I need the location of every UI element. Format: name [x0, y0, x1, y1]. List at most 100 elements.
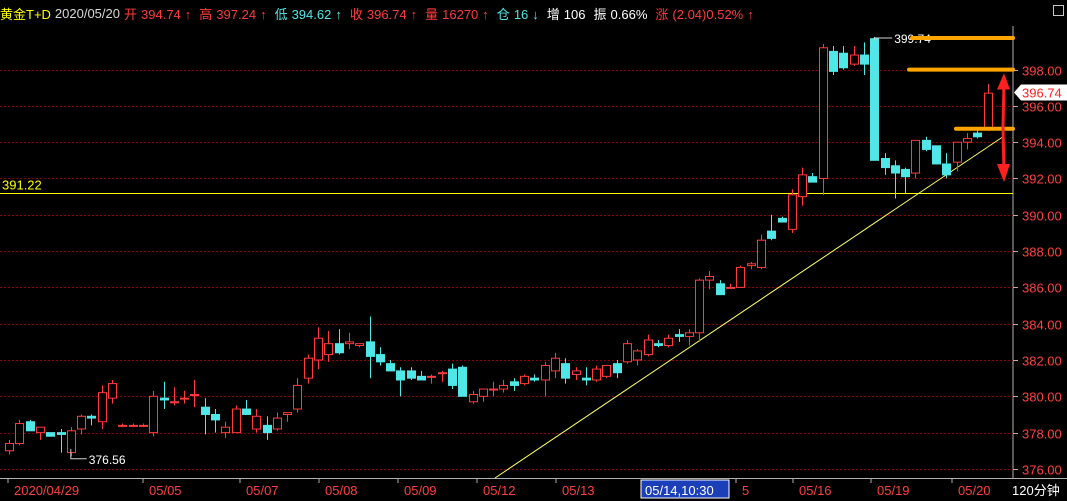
candle-body — [77, 415, 86, 430]
candle-body — [747, 263, 756, 267]
candle-body — [551, 357, 560, 372]
candle-body — [819, 47, 828, 179]
candle-body — [613, 363, 622, 374]
open-value: 394.74 — [141, 6, 181, 22]
oi-down-arrow: ↓ — [532, 6, 539, 22]
x-tick-label: 05/19 — [877, 483, 910, 498]
candle-body — [654, 343, 663, 346]
candle-body — [870, 38, 879, 161]
candle-body — [829, 50, 838, 72]
candle-body — [572, 370, 581, 376]
high-up-arrow: ↑ — [260, 6, 267, 22]
candle-body — [520, 375, 529, 385]
candle-body — [417, 375, 426, 381]
inc-label: 增 — [546, 6, 560, 22]
change-up-arrow: ↑ — [747, 6, 754, 22]
low-marker-label: 376.56 — [89, 453, 126, 467]
candle-body — [211, 413, 220, 421]
candle-body — [736, 266, 745, 288]
arrow-up-head — [997, 73, 1010, 90]
candle-body — [901, 168, 910, 178]
change-label: 涨 — [655, 6, 669, 22]
x-tick-label: 05/08 — [325, 483, 358, 498]
candle-body — [839, 52, 848, 69]
candle-body — [561, 363, 570, 379]
y-tick-label: 392.00 — [1022, 172, 1062, 187]
candle-body — [283, 412, 292, 415]
candle-body — [335, 343, 344, 354]
candle-body — [46, 432, 55, 437]
volume-up-arrow: ↑ — [482, 6, 489, 22]
candle-body — [324, 343, 333, 356]
y-tick-label: 388.00 — [1022, 245, 1062, 260]
candle-body — [160, 397, 169, 401]
reference-hline-label: 391.22 — [2, 178, 42, 193]
x-tick-label: 05/05 — [149, 483, 182, 498]
candle-body — [36, 426, 45, 434]
candle-body — [98, 392, 107, 423]
candle-body — [808, 176, 817, 183]
y-tick-label: 382.00 — [1022, 354, 1062, 369]
candle-body — [263, 424, 272, 434]
candle-body — [396, 370, 405, 381]
candle-body — [860, 54, 869, 65]
candle-body — [252, 415, 261, 430]
window-toggle-icon[interactable] — [1053, 5, 1064, 16]
x-tick-label: 05/13 — [562, 483, 595, 498]
candle-body — [15, 423, 24, 445]
candle-body — [716, 283, 725, 296]
candle-body — [922, 139, 931, 150]
candle-body — [293, 384, 302, 410]
y-tick-label: 398.00 — [1022, 64, 1062, 79]
open-label: 开 — [124, 6, 138, 22]
instrument-name: 黄金T+D — [0, 6, 51, 22]
candle-body — [932, 145, 941, 165]
low-up-arrow: ↑ — [335, 6, 342, 22]
quote-header: 黄金T+D 2020/05/20 开 394.74 ↑ 高 397.24 ↑ 低 394.… — [0, 0, 1067, 26]
y-tick-label: 390.00 — [1022, 209, 1062, 224]
close-value: 396.74 — [366, 6, 407, 22]
candle-body — [273, 417, 282, 430]
candle-body — [376, 354, 385, 363]
candle-body — [984, 92, 993, 130]
candle-body — [644, 339, 653, 356]
amp-value: 0.66% — [610, 6, 648, 22]
x-tick-label: 05/12 — [483, 483, 516, 498]
low-label: 低 — [274, 6, 288, 22]
candle-body — [469, 393, 478, 403]
candle-body — [510, 381, 519, 386]
high-value: 397.24 — [216, 6, 257, 22]
open-up-arrow: ↑ — [184, 6, 192, 22]
candle-body — [242, 408, 251, 415]
y-tick-label: 396.00 — [1022, 100, 1062, 115]
candle-body — [355, 343, 364, 346]
x-tick-label: 5 — [742, 483, 749, 498]
close-up-arrow: ↑ — [410, 6, 418, 22]
candle-body — [778, 217, 787, 223]
candle-body — [190, 393, 199, 396]
candle-body — [582, 377, 591, 381]
candle-body — [881, 158, 890, 169]
candle-body — [499, 384, 508, 390]
candle-body — [448, 368, 457, 386]
x-tick-label: 05/14,10:30 — [645, 483, 714, 498]
candle-body — [304, 357, 313, 379]
y-tick-label: 378.00 — [1022, 427, 1062, 442]
period-label: 120分钟 — [1012, 483, 1060, 498]
candle-body — [180, 397, 189, 400]
candle-body — [438, 372, 447, 375]
y-tick-label: 384.00 — [1022, 318, 1062, 333]
x-tick-label: 2020/04/29 — [14, 483, 79, 498]
candle-body — [149, 395, 158, 434]
candle-body — [705, 276, 714, 281]
candle-body — [530, 377, 539, 381]
candle-body — [57, 432, 66, 435]
candle-body — [129, 424, 138, 427]
close-label: 收 — [349, 6, 363, 22]
candle-body — [623, 343, 632, 363]
candle-body — [170, 401, 179, 404]
candle-body — [633, 350, 642, 361]
candle-body — [798, 174, 807, 198]
candle-body — [891, 165, 900, 174]
candle-body — [757, 239, 766, 268]
